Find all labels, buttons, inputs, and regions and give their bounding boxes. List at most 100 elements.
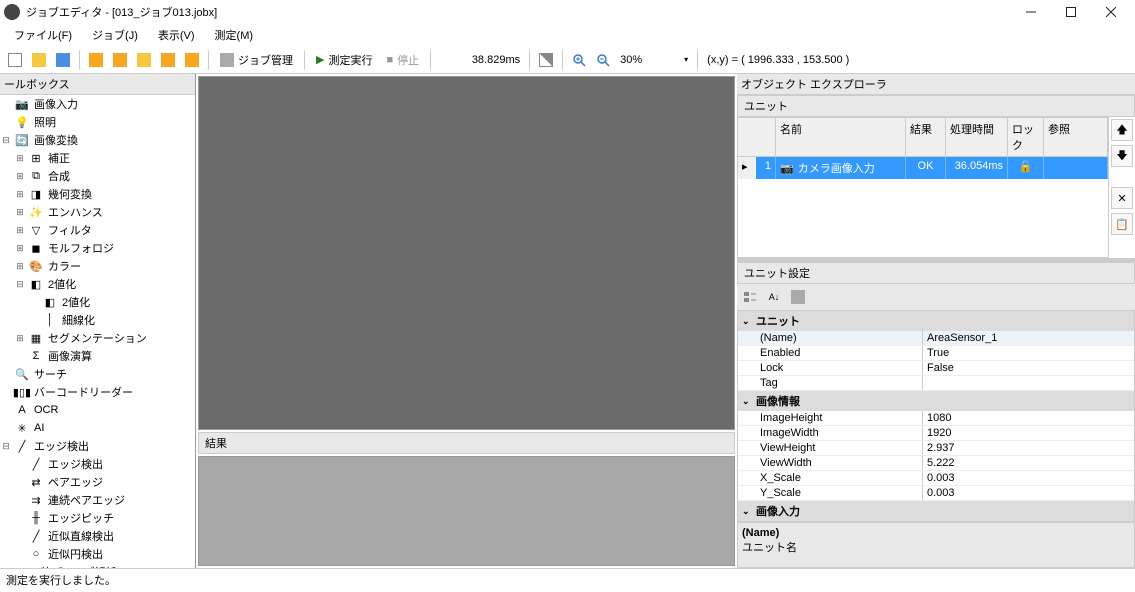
move-up-button[interactable]: 🡅 [1111, 119, 1133, 141]
prop-category-imginput[interactable]: ⌄ 画像入力 [738, 501, 1134, 521]
tree-node-search[interactable]: 🔍サーチ [0, 365, 195, 383]
tree-node-geom[interactable]: ⊞◨幾何変換 [0, 185, 195, 203]
tree-node-color[interactable]: ⊞🎨カラー [0, 257, 195, 275]
expand-icon[interactable]: ⊞ [14, 171, 26, 182]
unit-row[interactable]: ▸ 1 📷 カメラ画像入力 OK 36.054ms 🔓 [738, 157, 1108, 179]
copy-unit-button[interactable]: 📋 [1111, 213, 1133, 235]
categorize-button[interactable] [739, 286, 761, 308]
zoom-in-button[interactable] [568, 49, 590, 71]
tree-node-enhance[interactable]: ⊞✨エンハンス [0, 203, 195, 221]
property-grid[interactable]: ⌄ ユニット (Name)AreaSensor_1 EnabledTrue Lo… [737, 310, 1135, 522]
tree-node-binary[interactable]: ⊟◧2値化 [0, 275, 195, 293]
props-button[interactable] [787, 286, 809, 308]
tree-node-ocr[interactable]: AOCR [0, 401, 195, 419]
tree-node-convert[interactable]: ⊟🔄画像変換 [0, 131, 195, 149]
col-ref[interactable]: 参照 [1044, 118, 1108, 156]
unit-table[interactable]: 名前 結果 処理時間 ロック 参照 ▸ 1 📷 カメラ画像入力 OK [737, 117, 1109, 258]
expand-icon[interactable]: ⊞ [14, 153, 26, 164]
prop-xscale-value[interactable]: 0.003 [923, 471, 1134, 485]
expand-icon[interactable]: ⊞ [14, 243, 26, 254]
save-button[interactable] [52, 49, 74, 71]
minimize-button[interactable] [1011, 0, 1051, 24]
tree-label: エッジ検出 [32, 438, 89, 454]
menu-job[interactable]: ジョブ(J) [82, 25, 148, 45]
expand-icon[interactable]: ⊞ [14, 225, 26, 236]
expand-icon[interactable]: ⊟ [0, 441, 12, 452]
tree-node-morph[interactable]: ⊞◼モルフォロジ [0, 239, 195, 257]
tree-node-pair[interactable]: ⇄ペアエッジ [0, 473, 195, 491]
expand-icon[interactable]: ⊟ [14, 279, 26, 290]
prop-category-image[interactable]: ⌄ 画像情報 [738, 391, 1134, 411]
tree-node-segment[interactable]: ⊞▦セグメンテーション [0, 329, 195, 347]
prop-viewh-value[interactable]: 2.937 [923, 441, 1134, 455]
tb-btn-8[interactable] [181, 49, 203, 71]
tree-node-thin[interactable]: │細線化 [0, 311, 195, 329]
menu-file[interactable]: ファイル(F) [4, 25, 82, 45]
col-result[interactable]: 結果 [906, 118, 946, 156]
tree-node-filter[interactable]: ⊞▽フィルタ [0, 221, 195, 239]
copy-button[interactable] [85, 49, 107, 71]
tb-btn-7[interactable] [157, 49, 179, 71]
zoom-select[interactable]: 30% ▾ [616, 54, 692, 66]
tree-node-line[interactable]: ╱近似直線検出 [0, 527, 195, 545]
run-measure-button[interactable]: ▶ 測定実行 [310, 52, 378, 68]
expand-icon[interactable]: ⊞ [14, 333, 26, 344]
menu-measure[interactable]: 測定(M) [205, 25, 264, 45]
col-time[interactable]: 処理時間 [946, 118, 1008, 156]
tree-node-edge[interactable]: ⊟╱エッジ検出 [0, 437, 195, 455]
menu-view[interactable]: 表示(V) [148, 25, 205, 45]
close-button[interactable] [1091, 0, 1131, 24]
delete-button[interactable]: ✕ [1111, 187, 1133, 209]
sort-button[interactable]: A↓ [763, 286, 785, 308]
tree-node-camera[interactable]: 📷画像入力 [0, 95, 195, 113]
image-viewport[interactable] [198, 76, 735, 430]
tree-node-merge[interactable]: ⊞⧉合成 [0, 167, 195, 185]
tree-label: 連続ペアエッジ [46, 492, 125, 508]
tree-label: エンハンス [46, 204, 103, 220]
tree-node-binary[interactable]: ◧2値化 [0, 293, 195, 311]
prop-yscale-value[interactable]: 0.003 [923, 486, 1134, 500]
prop-category-unit[interactable]: ⌄ ユニット [738, 311, 1134, 331]
prop-lock-value[interactable]: False [923, 361, 1134, 375]
tree-node-barcode[interactable]: ▮▯▮バーコードリーダー [0, 383, 195, 401]
title-bar: ジョブエディタ - [013_ジョブ013.jobx] [0, 0, 1135, 24]
tree-node-edge2[interactable]: ╱エッジ検出 [0, 455, 195, 473]
row-lock[interactable]: 🔓 [1008, 157, 1044, 179]
tree-node-probe[interactable]: ⊕2値プローブ解析 [0, 563, 195, 568]
result-area[interactable] [198, 456, 735, 566]
prop-name-value[interactable]: AreaSensor_1 [923, 331, 1134, 345]
col-name[interactable]: 名前 [776, 118, 906, 156]
prop-vieww-value[interactable]: 5.222 [923, 456, 1134, 470]
tree-node-circle[interactable]: ○近似円検出 [0, 545, 195, 563]
maximize-button[interactable] [1051, 0, 1091, 24]
tree-node-light[interactable]: 💡照明 [0, 113, 195, 131]
view-mode-button[interactable] [535, 49, 557, 71]
prop-imgw-value[interactable]: 1920 [923, 426, 1134, 440]
job-manage-button[interactable]: ジョブ管理 [214, 52, 299, 68]
paste-button[interactable] [109, 49, 131, 71]
prop-tag-value[interactable] [923, 376, 1134, 390]
prop-imgh-value[interactable]: 1080 [923, 411, 1134, 425]
job-manage-label: ジョブ管理 [238, 52, 293, 68]
tb-btn-6[interactable] [133, 49, 155, 71]
open-button[interactable] [28, 49, 50, 71]
expand-icon[interactable]: ⊞ [14, 261, 26, 272]
tree-node-pitch[interactable]: ╫エッジピッチ [0, 509, 195, 527]
expand-icon[interactable]: ⊟ [0, 135, 12, 146]
tree-node-chain[interactable]: ⇉連続ペアエッジ [0, 491, 195, 509]
tree-node-calc[interactable]: Σ画像演算 [0, 347, 195, 365]
move-down-button[interactable]: 🡇 [1111, 145, 1133, 167]
property-help: (Name) ユニット名 [737, 522, 1135, 568]
prop-enabled-value[interactable]: True [923, 346, 1134, 360]
zoom-out-button[interactable] [592, 49, 614, 71]
stop-icon: ■ [386, 54, 393, 66]
tree-node-ai[interactable]: ✳AI [0, 419, 195, 437]
stop-button[interactable]: ■ 停止 [380, 52, 425, 68]
tree-node-grid[interactable]: ⊞⊞補正 [0, 149, 195, 167]
light-icon: 💡 [14, 114, 30, 130]
expand-icon[interactable]: ⊞ [14, 207, 26, 218]
col-lock[interactable]: ロック [1008, 118, 1044, 156]
new-button[interactable] [4, 49, 26, 71]
toolbox-tree[interactable]: 📷画像入力💡照明⊟🔄画像変換⊞⊞補正⊞⧉合成⊞◨幾何変換⊞✨エンハンス⊞▽フィル… [0, 95, 195, 568]
expand-icon[interactable]: ⊞ [14, 189, 26, 200]
